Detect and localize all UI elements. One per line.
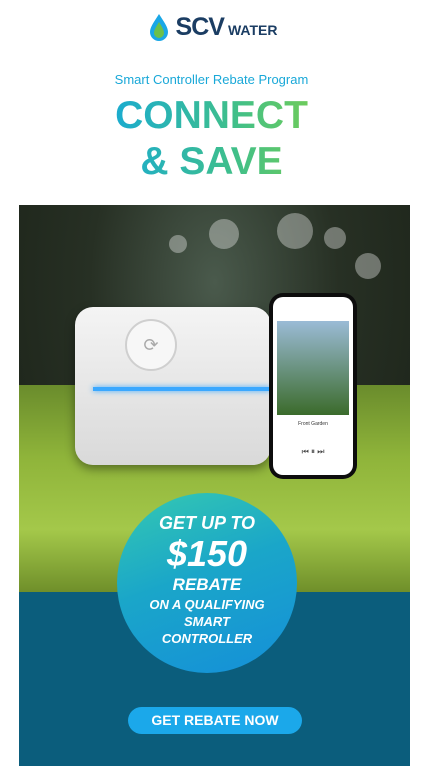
smart-controller-device: ⟳ — [75, 307, 271, 465]
headline-save: & SAVE — [0, 142, 423, 182]
phone-screen: Front Garden ⏮ ⏸ ⏭ — [273, 297, 353, 475]
phone-playback-controls: ⏮ ⏸ ⏭ — [301, 447, 325, 456]
get-rebate-button[interactable]: GET REBATE NOW — [128, 707, 302, 734]
badge-get-up-to: GET UP TO — [158, 513, 255, 533]
badge-controller: CONTROLLER — [161, 631, 253, 646]
badge-amount: $150 — [166, 533, 248, 574]
badge-rebate: REBATE — [172, 575, 242, 594]
logo: SCV WATER — [0, 12, 423, 42]
controller-dial-icon: ⟳ — [125, 319, 177, 371]
phone-zone-title: Front Garden — [298, 421, 328, 427]
logo-water-text: WATER — [227, 22, 278, 38]
program-title: Smart Controller Rebate Program — [114, 72, 309, 87]
sprinkler-photo — [277, 321, 349, 415]
controller-led — [93, 387, 271, 391]
water-drop-icon — [149, 14, 168, 41]
bokeh-light — [355, 253, 381, 279]
bokeh-light — [324, 227, 346, 249]
headline-connect: CONNECT — [0, 96, 423, 136]
rebate-badge: GET UP TO $150 REBATE ON A QUALIFYING SM… — [117, 493, 297, 673]
bokeh-light — [277, 213, 313, 249]
bokeh-light — [169, 235, 187, 253]
phone-mockup: Front Garden ⏮ ⏸ ⏭ — [269, 293, 357, 479]
badge-smart: SMART — [184, 614, 230, 629]
logo-scv-text: SCV — [175, 12, 225, 41]
badge-qualifying: ON A QUALIFYING — [149, 597, 265, 612]
bokeh-light — [209, 219, 239, 249]
